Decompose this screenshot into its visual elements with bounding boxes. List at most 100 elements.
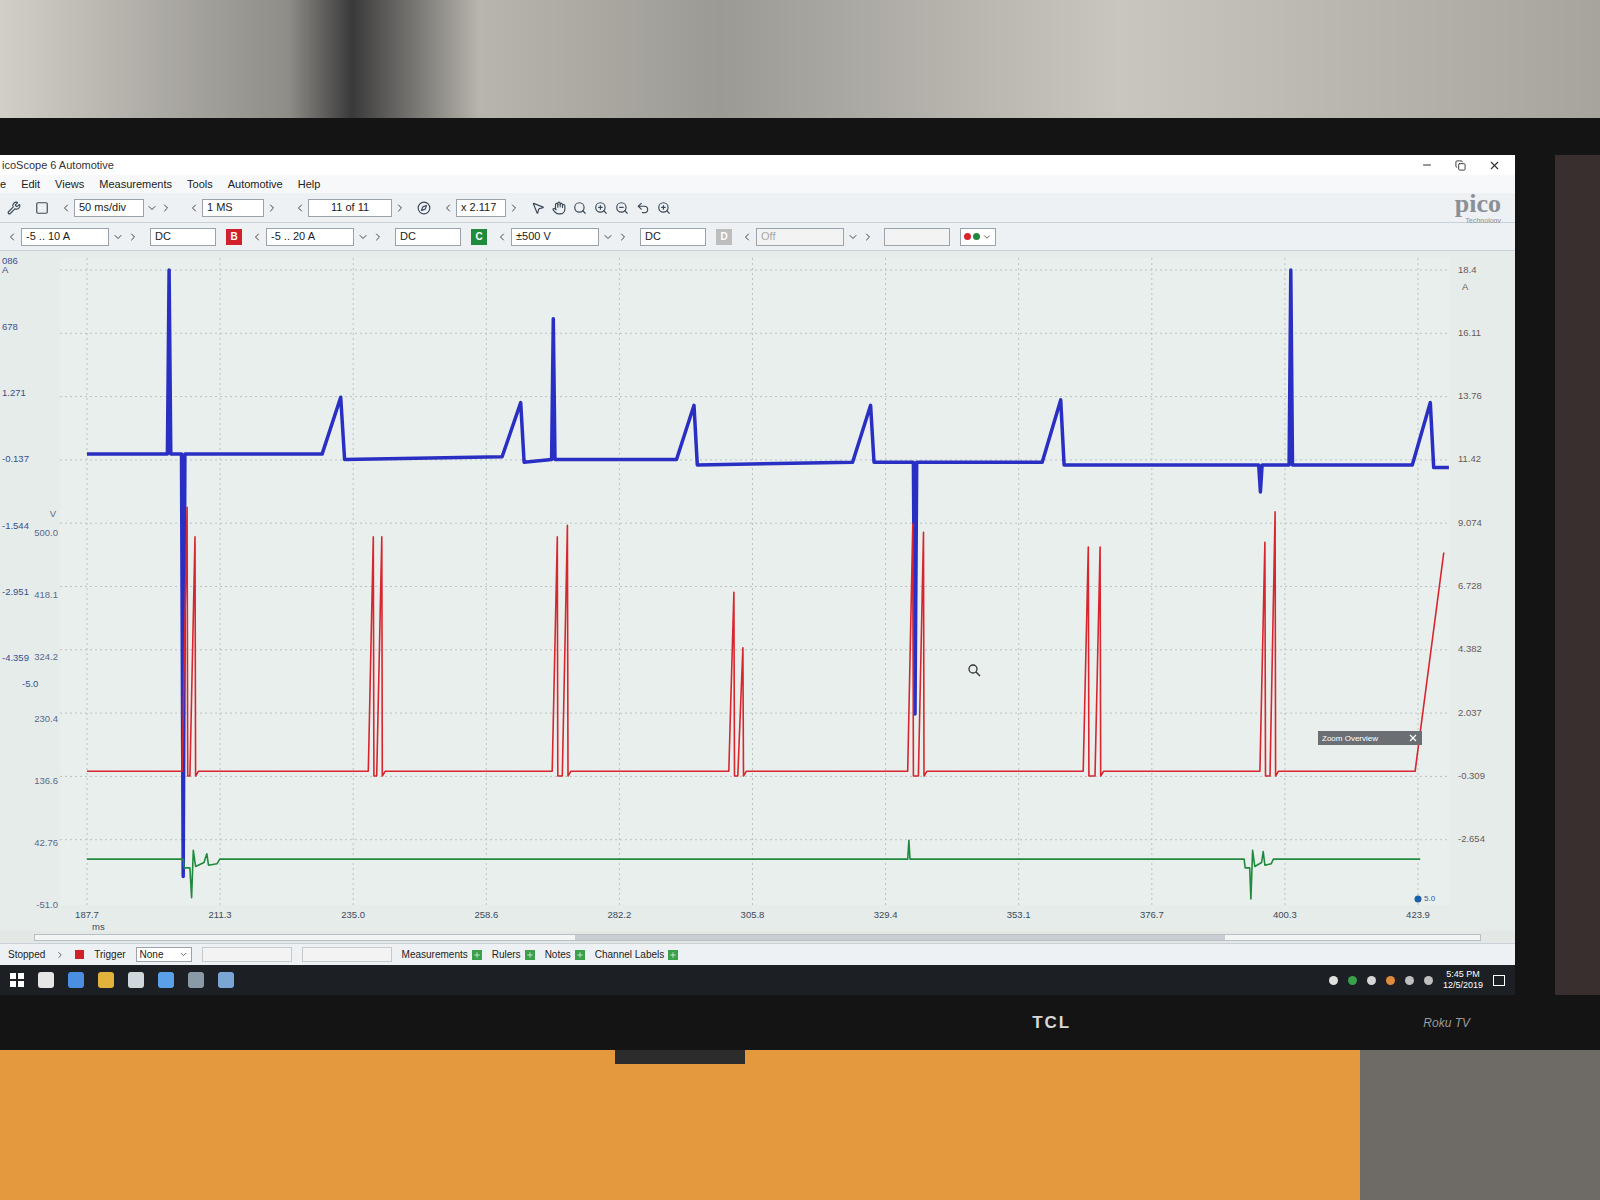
samples-field[interactable]: 1 MS <box>202 199 264 217</box>
zoom-field[interactable]: x 2.117 <box>456 199 506 217</box>
compass-icon <box>417 201 431 215</box>
right-arrow-icon[interactable] <box>372 231 384 243</box>
pointer-button[interactable] <box>528 198 548 218</box>
hand-button[interactable] <box>549 198 569 218</box>
tray-icon[interactable] <box>1348 976 1357 985</box>
channel-badge[interactable]: B <box>226 229 242 245</box>
channel-coupling-field[interactable]: DC <box>150 228 216 246</box>
channel-range-field[interactable]: -5 .. 20 A <box>266 228 354 246</box>
start-icon[interactable] <box>55 950 65 960</box>
dropdown-arrow-icon[interactable] <box>357 231 369 243</box>
left-arrow-icon[interactable] <box>442 202 454 214</box>
grid-line <box>1151 258 1152 905</box>
channel-colors-button[interactable] <box>960 228 996 246</box>
trigger-delay-field <box>302 947 392 962</box>
tray-icon[interactable] <box>1367 976 1376 985</box>
right-arrow-icon[interactable] <box>617 231 629 243</box>
channel-range-field[interactable]: Off <box>756 228 844 246</box>
status-tool[interactable]: Channel Labels <box>595 947 679 962</box>
menu-item[interactable]: Automotive <box>228 176 283 193</box>
menu-item[interactable]: e <box>0 176 6 193</box>
status-tool[interactable]: Measurements <box>402 947 482 962</box>
left-arrow-icon[interactable] <box>251 231 263 243</box>
dropdown-arrow-icon[interactable] <box>112 231 124 243</box>
notifications-icon[interactable] <box>1493 975 1505 986</box>
taskbar-app-icon[interactable] <box>188 972 204 988</box>
cart-body <box>0 1050 1360 1200</box>
close-icon[interactable] <box>1410 735 1416 741</box>
buffer-field[interactable]: 11 of 11 <box>308 199 392 217</box>
dropdown-arrow-icon[interactable] <box>146 202 158 214</box>
tray-icon[interactable] <box>1424 976 1433 985</box>
menu-item[interactable]: Measurements <box>99 176 172 193</box>
right-arrow-icon[interactable] <box>266 202 278 214</box>
zoom-fit-button[interactable] <box>654 198 674 218</box>
menu-item[interactable]: Tools <box>187 176 213 193</box>
channel-badge[interactable]: C <box>471 229 487 245</box>
home-button[interactable] <box>32 198 52 218</box>
zoom-out-button[interactable] <box>612 198 632 218</box>
scope-chart[interactable]: A0866781.271-0.137-1.544-2.951-4.359-5.0… <box>0 251 1515 931</box>
wrench-icon <box>7 201 21 215</box>
close-icon[interactable] <box>1488 159 1501 172</box>
tray-icon[interactable] <box>1329 976 1338 985</box>
tick-label: -0.309 <box>1458 770 1485 781</box>
status-tool[interactable]: Notes <box>545 947 585 962</box>
home-icon <box>35 201 49 215</box>
dropdown-arrow-icon[interactable] <box>602 231 614 243</box>
left-arrow-icon[interactable] <box>188 202 200 214</box>
compass-button[interactable] <box>414 198 434 218</box>
menu-item[interactable]: Help <box>298 176 321 193</box>
trigger-mode-field[interactable]: None <box>136 947 192 962</box>
trigger-label: Trigger <box>94 947 125 962</box>
left-arrow-icon[interactable] <box>6 231 18 243</box>
horizontal-scrollbar[interactable] <box>0 931 1515 943</box>
taskbar-app-icon[interactable] <box>98 972 114 988</box>
timebase-field[interactable]: 50 ms/div <box>74 199 144 217</box>
right-arrow-icon[interactable] <box>127 231 139 243</box>
left-arrow-icon[interactable] <box>496 231 508 243</box>
tick-label: 16.11 <box>1458 327 1481 338</box>
right-arrow-icon[interactable] <box>862 231 874 243</box>
channel-control: -5 .. 10 A DC <box>6 228 216 246</box>
probe-field[interactable] <box>884 228 950 246</box>
zoom-select-button[interactable] <box>570 198 590 218</box>
channel-range-field[interactable]: ±500 V <box>511 228 599 246</box>
minimize-icon[interactable] <box>1421 159 1433 171</box>
status-tool[interactable]: Rulers <box>492 947 535 962</box>
menu-item[interactable]: Edit <box>21 176 40 193</box>
windows-start-icon[interactable] <box>10 973 24 987</box>
ruler-marker[interactable]: 5.0 <box>1415 894 1436 903</box>
taskbar-app-icon[interactable] <box>158 972 174 988</box>
restore-icon[interactable] <box>1455 160 1466 171</box>
taskbar-app-icon[interactable] <box>68 972 84 988</box>
taskbar-app-icon[interactable] <box>128 972 144 988</box>
right-arrow-icon[interactable] <box>508 202 520 214</box>
dropdown-arrow-icon[interactable] <box>847 231 859 243</box>
trigger-level-field <box>202 947 292 962</box>
scrollbar-thumb[interactable] <box>575 935 1225 940</box>
left-arrow-icon[interactable] <box>294 202 306 214</box>
tray-icon[interactable] <box>1405 976 1414 985</box>
zoom-overview-badge[interactable]: Zoom Overview <box>1318 731 1422 745</box>
tick-label: 324.2 <box>34 651 58 662</box>
tray-icon[interactable] <box>1386 976 1395 985</box>
channel-badge[interactable]: D <box>716 229 732 245</box>
channel-coupling-field[interactable]: DC <box>640 228 706 246</box>
taskbar-app-icon[interactable] <box>218 972 234 988</box>
left-arrow-icon[interactable] <box>741 231 753 243</box>
wrench-button[interactable] <box>4 198 24 218</box>
right-arrow-icon[interactable] <box>394 202 406 214</box>
channel-coupling-field[interactable]: DC <box>395 228 461 246</box>
stop-icon[interactable] <box>75 950 84 959</box>
left-arrow-icon[interactable] <box>60 202 72 214</box>
clock[interactable]: 5:45 PM12/5/2019 <box>1443 969 1483 991</box>
zoom-in-button[interactable] <box>591 198 611 218</box>
menu-item[interactable]: Views <box>55 176 84 193</box>
taskbar-app-icon[interactable] <box>38 972 54 988</box>
axis-unit: A <box>1462 281 1469 292</box>
undo-zoom-button[interactable] <box>633 198 653 218</box>
channel-range-field[interactable]: -5 .. 10 A <box>21 228 109 246</box>
right-arrow-icon[interactable] <box>160 202 172 214</box>
tick-label: 353.1 <box>1007 909 1031 920</box>
